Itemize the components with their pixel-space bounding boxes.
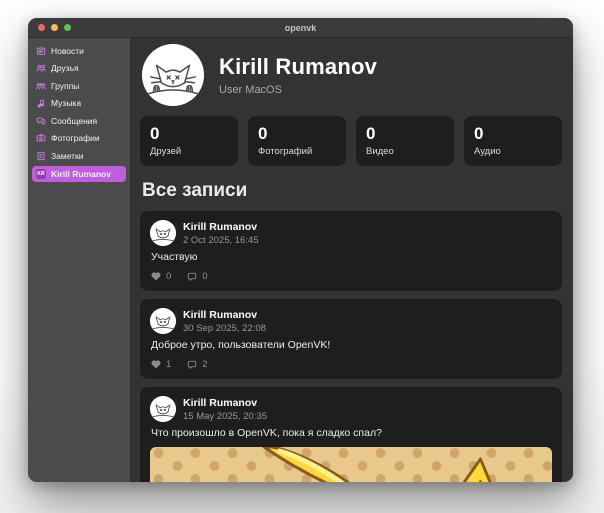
sidebar-item-label: Фотографии (51, 133, 100, 143)
window-title: openvk (285, 23, 317, 33)
post-text: Что произошло в OpenVK, пока я сладко сп… (151, 427, 552, 439)
post-author-avatar[interactable] (150, 396, 176, 422)
sidebar: Новости Друзья Группы Музыка Сообщения Ф (28, 38, 130, 482)
like-button[interactable]: 1 (151, 359, 171, 370)
news-icon (36, 46, 46, 56)
comment-icon (187, 272, 197, 282)
post-author[interactable]: Kirill Rumanov (183, 397, 267, 409)
post-date[interactable]: 2 Oct 2025, 16:45 (183, 235, 259, 246)
comment-button[interactable]: 0 (187, 271, 207, 282)
profile-status: User MacOS (219, 84, 377, 96)
post-date[interactable]: 15 May 2025, 20:35 (183, 411, 267, 422)
stat-value: 0 (150, 124, 228, 144)
post-text: Доброе утро, пользователи OpenVK! (151, 339, 552, 351)
close-button[interactable] (38, 24, 45, 31)
sidebar-item-label: Группы (51, 81, 79, 91)
like-button[interactable]: 0 (151, 271, 171, 282)
cartoon-ears-illustration (150, 447, 552, 482)
sidebar-item-label: Сообщения (51, 116, 97, 126)
messages-icon (36, 116, 46, 126)
sidebar-item-label: Музыка (51, 98, 81, 108)
post-actions: 1 2 (151, 359, 552, 370)
app-window: openvk Новости Друзья Группы Музыка (28, 18, 573, 482)
stat-label: Фотографий (258, 146, 336, 157)
sidebar-item-label: Новости (51, 46, 84, 56)
traffic-lights (38, 24, 71, 31)
heart-icon (151, 272, 161, 281)
titlebar: openvk (28, 18, 573, 38)
profile-avatar[interactable] (142, 44, 204, 106)
post-author[interactable]: Kirill Rumanov (183, 221, 259, 233)
comment-count: 0 (202, 271, 207, 282)
notes-icon (36, 151, 46, 161)
sidebar-item-notes[interactable]: Заметки (32, 148, 126, 163)
sidebar-item-label: Заметки (51, 151, 84, 161)
profile-name: Kirill Rumanov (219, 54, 377, 80)
main-content: Kirill Rumanov User MacOS 0 Друзей 0 Фот… (130, 38, 573, 482)
profile-header: Kirill Rumanov User MacOS (142, 44, 562, 106)
photos-icon (36, 133, 46, 143)
zoom-button[interactable] (64, 24, 71, 31)
comment-icon (187, 360, 197, 370)
stat-label: Друзей (150, 146, 228, 157)
sidebar-item-profile[interactable]: KR Kirill Rumanov (32, 166, 126, 182)
stats-row: 0 Друзей 0 Фотографий 0 Видео 0 Аудио (140, 116, 562, 166)
sidebar-item-groups[interactable]: Группы (32, 78, 126, 93)
profile-header-text: Kirill Rumanov User MacOS (219, 54, 377, 96)
sidebar-item-label: Kirill Rumanov (51, 169, 111, 179)
minimize-button[interactable] (51, 24, 58, 31)
stat-value: 0 (258, 124, 336, 144)
stat-value: 0 (366, 124, 444, 144)
post-header: Kirill Rumanov 2 Oct 2025, 16:45 (150, 220, 552, 246)
cat-sketch-avatar-icon (150, 220, 176, 246)
profile-initials-badge: KR (36, 169, 46, 179)
sidebar-item-photos[interactable]: Фотографии (32, 131, 126, 146)
stat-label: Аудио (474, 146, 552, 157)
post-author-avatar[interactable] (150, 308, 176, 334)
post-text: Участвую (151, 251, 552, 263)
stat-card-friends[interactable]: 0 Друзей (140, 116, 238, 166)
sidebar-item-music[interactable]: Музыка (32, 96, 126, 111)
like-count: 1 (166, 359, 171, 370)
sidebar-item-friends[interactable]: Друзья (32, 61, 126, 76)
post-card: Kirill Rumanov 15 May 2025, 20:35 Что пр… (140, 387, 562, 482)
cat-sketch-avatar-icon (150, 396, 176, 422)
sidebar-item-label: Друзья (51, 63, 79, 73)
post-header: Kirill Rumanov 15 May 2025, 20:35 (150, 396, 552, 422)
wall-section-title: Все записи (142, 180, 562, 202)
like-count: 0 (166, 271, 171, 282)
cat-sketch-avatar-icon (150, 308, 176, 334)
cat-sketch-avatar-icon (142, 44, 204, 106)
post-card: Kirill Rumanov 2 Oct 2025, 16:45 Участву… (140, 211, 562, 291)
post-image-attachment[interactable] (150, 447, 552, 482)
post-header: Kirill Rumanov 30 Sep 2025, 22:08 (150, 308, 552, 334)
sidebar-item-news[interactable]: Новости (32, 43, 126, 58)
post-date[interactable]: 30 Sep 2025, 22:08 (183, 323, 266, 334)
post-card: Kirill Rumanov 30 Sep 2025, 22:08 Доброе… (140, 299, 562, 379)
stat-card-photos[interactable]: 0 Фотографий (248, 116, 346, 166)
groups-icon (36, 81, 46, 91)
stat-label: Видео (366, 146, 444, 157)
heart-icon (151, 360, 161, 369)
stat-card-videos[interactable]: 0 Видео (356, 116, 454, 166)
stat-value: 0 (474, 124, 552, 144)
music-icon (36, 98, 46, 108)
sidebar-item-messages[interactable]: Сообщения (32, 113, 126, 128)
comment-button[interactable]: 2 (187, 359, 207, 370)
post-author[interactable]: Kirill Rumanov (183, 309, 266, 321)
post-author-avatar[interactable] (150, 220, 176, 246)
friends-icon (36, 63, 46, 73)
post-actions: 0 0 (151, 271, 552, 282)
comment-count: 2 (202, 359, 207, 370)
stat-card-audios[interactable]: 0 Аудио (464, 116, 562, 166)
